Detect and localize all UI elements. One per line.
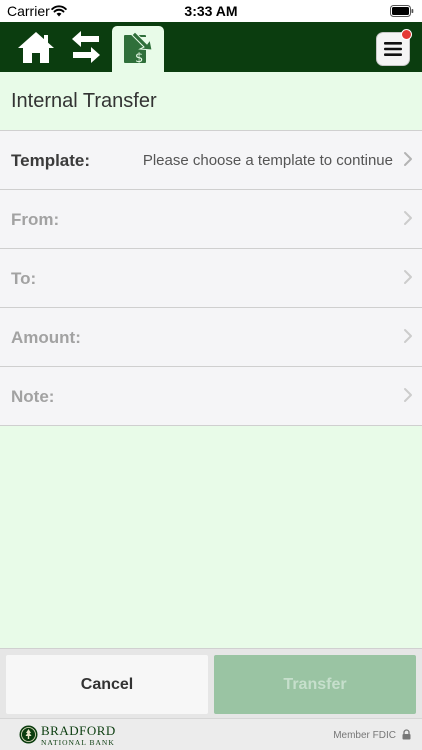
home-icon — [18, 32, 54, 63]
transfer-arrows-icon — [72, 31, 100, 63]
fdic-label: Member FDIC — [333, 730, 396, 741]
to-row[interactable]: To: — [0, 249, 422, 308]
chevron-right-icon — [404, 329, 412, 343]
to-label: To: — [11, 269, 37, 288]
action-bar: Cancel Transfer — [0, 648, 422, 718]
page-title: Internal Transfer — [11, 90, 157, 112]
status-bar: Carrier 3:33 AM — [0, 0, 422, 22]
chevron-right-icon — [404, 211, 412, 225]
template-value: Please choose a template to continue — [142, 152, 393, 169]
hamburger-menu-icon — [384, 42, 402, 56]
transfer-dollar-icon: $ — [124, 31, 153, 66]
lock-icon — [402, 729, 411, 740]
transfer-button[interactable]: Transfer — [214, 655, 416, 714]
menu-button[interactable] — [376, 29, 412, 66]
nav-home-button[interactable] — [12, 22, 60, 72]
bank-seal-logo — [19, 725, 38, 744]
template-row[interactable]: Template: Please choose a template to co… — [0, 131, 422, 190]
cancel-button[interactable]: Cancel — [6, 655, 208, 714]
amount-label: Amount: — [11, 328, 81, 347]
title-area: Internal Transfer — [0, 72, 422, 131]
nav-bar: $ — [0, 22, 422, 72]
nav-internal-transfer-button[interactable]: $ — [112, 26, 164, 72]
template-label: Template: — [11, 151, 91, 170]
note-label: Note: — [11, 387, 55, 406]
from-row[interactable]: From: — [0, 190, 422, 249]
amount-row[interactable]: Amount: — [0, 308, 422, 367]
bank-name: BRADFORD — [41, 723, 116, 738]
chevron-right-icon — [404, 270, 412, 284]
chevron-right-icon — [404, 388, 412, 402]
clock-time: 3:33 AM — [184, 3, 238, 19]
chevron-right-icon — [404, 152, 412, 166]
from-label: From: — [11, 210, 60, 229]
svg-text:$: $ — [135, 51, 143, 66]
notification-badge — [401, 29, 412, 40]
footer: BRADFORD NATIONAL BANK Member FDIC — [0, 718, 422, 750]
bank-name-sub: NATIONAL BANK — [41, 738, 115, 747]
nav-transfers-button[interactable] — [62, 22, 110, 72]
transfer-form: Template: Please choose a template to co… — [0, 131, 422, 426]
note-row[interactable]: Note: — [0, 367, 422, 426]
battery-icon — [390, 5, 414, 17]
